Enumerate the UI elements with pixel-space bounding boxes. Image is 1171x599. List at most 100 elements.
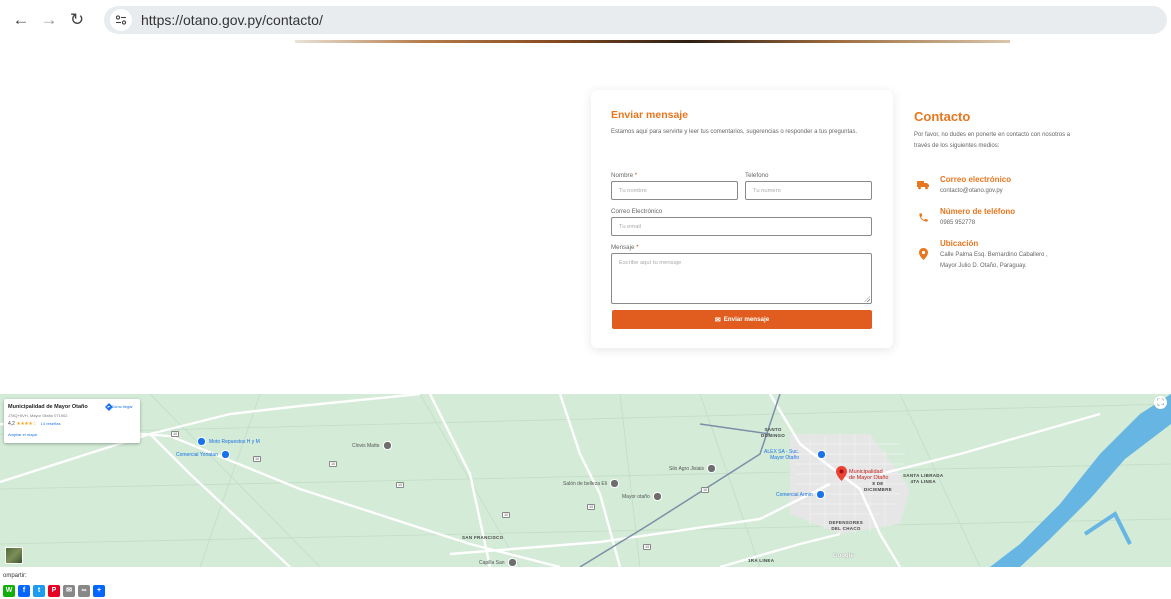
map-place-clovis[interactable]: Clovis Matte <box>352 441 392 450</box>
contact-title: Contacto <box>914 109 971 124</box>
satellite-toggle-button[interactable] <box>5 547 23 564</box>
route-shield: 10 <box>502 512 511 518</box>
location-line-1: Calle Palma Esq. Bernardino Caballero , <box>940 252 1048 258</box>
envelope-icon: ✉ <box>714 316 721 324</box>
place-icon <box>609 479 619 488</box>
map-label-san-francisco: SAN FRANCISCO <box>462 535 504 540</box>
email-label: Correo Electrónico <box>611 208 663 215</box>
back-button[interactable]: ← <box>10 9 32 31</box>
directions-button[interactable]: Cómo llegar <box>105 403 139 411</box>
copy-link-button[interactable]: ∞ <box>78 585 90 597</box>
place-address: J78Q+6VH, Mayor Otaño 071902 <box>8 413 68 418</box>
route-shield: 10 <box>171 431 180 437</box>
map-place-comercial-yonatan[interactable]: Comercial Yonatan <box>176 450 230 459</box>
map-place-mayor-otano[interactable]: Mayor otaño <box>622 492 662 501</box>
email-heading: Correo electrónico <box>940 175 1012 184</box>
google-map[interactable]: ⛶ Municipalidad de Mayor Otaño J78Q+6VH,… <box>0 394 1171 567</box>
map-label-8-de-diciembre: 8 DE DICIEMBRE <box>864 481 892 492</box>
map-label-municipalidad[interactable]: Municipalidad de Mayor Otaño <box>849 469 888 481</box>
shop-icon <box>197 437 206 446</box>
contact-description: Por favor, no dudes en ponerte en contac… <box>914 132 1071 149</box>
map-place-silo[interactable]: Silo Agro Jisiais <box>669 464 717 473</box>
place-info-card: Municipalidad de Mayor Otaño J78Q+6VH, M… <box>4 399 140 443</box>
enlarge-map-link[interactable]: Ampliar el mapa <box>8 432 37 437</box>
phone-heading: Número de teléfono <box>940 207 1016 216</box>
email-input[interactable]: Tu email <box>611 217 872 236</box>
place-icon <box>707 464 717 473</box>
map-fullscreen-button[interactable]: ⛶ <box>1154 396 1167 409</box>
map-label-santo-domingo: SANTO DOMINGO <box>761 427 786 438</box>
shop-icon <box>817 450 826 459</box>
map-place-alex[interactable]: ALEX SA - Suc. Mayor Otaño <box>764 449 799 461</box>
hero-image-edge <box>295 40 1010 43</box>
phone-icon <box>917 211 929 223</box>
route-shield: 10 <box>253 456 262 462</box>
facebook-share-button[interactable]: f <box>18 585 30 597</box>
map-label-defensores: DEFENSORES DEL CHACO <box>829 520 864 531</box>
browser-toolbar: ← → ↻ https://otano.gov.py/contacto/ <box>0 0 1171 40</box>
phone-label: Telefono <box>745 172 769 179</box>
route-shield: 10 <box>701 487 710 493</box>
forward-button[interactable]: → <box>38 9 60 31</box>
whatsapp-share-button[interactable]: W <box>3 585 15 597</box>
resize-handle[interactable] <box>864 296 870 302</box>
send-message-button[interactable]: ✉ Enviar mensaje <box>612 310 872 329</box>
share-label: ompartir: <box>3 573 27 579</box>
reviews-link[interactable]: 14 reseñas <box>41 421 61 426</box>
place-name: Municipalidad de Mayor Otaño <box>8 404 88 410</box>
reload-button[interactable]: ↻ <box>66 9 88 31</box>
route-shield: 10 <box>587 504 596 510</box>
place-icon <box>382 441 392 450</box>
map-label-santa-librada: SANTA LIBRADA 4TA LINEA <box>903 473 944 484</box>
google-logo: Google <box>833 553 854 559</box>
link-icon: ∞ <box>81 587 87 594</box>
place-icon <box>652 492 662 501</box>
map-label-1ra-linea: 1RA LINEA <box>748 558 775 563</box>
truck-icon <box>917 179 929 191</box>
rating-stars-icon: ★★★★☆ <box>16 421 37 427</box>
map-place-capilla[interactable]: Capilla San <box>479 558 517 567</box>
directions-icon <box>105 403 113 411</box>
arrow-left-icon: ← <box>12 10 30 29</box>
route-shield: 10 <box>329 461 338 467</box>
name-label: Nombre * <box>611 172 638 179</box>
map-place-salon[interactable]: Salón de belleza Eli <box>563 479 619 488</box>
whatsapp-icon: W <box>5 587 13 594</box>
email-share-button[interactable]: ✉ <box>63 585 75 597</box>
phone-input[interactable]: Tu numero <box>745 181 872 200</box>
share-buttons: W f t P ✉ ∞ + <box>3 585 108 597</box>
address-bar[interactable]: https://otano.gov.py/contacto/ <box>104 6 1167 34</box>
contact-form-card: Enviar mensaje Estamos aquí para servirt… <box>591 90 893 348</box>
twitter-icon: t <box>37 587 41 594</box>
expand-icon: ⛶ <box>1157 397 1164 407</box>
form-description: Estamos aquí para servirte y leer tus co… <box>611 129 858 135</box>
reload-icon: ↻ <box>69 10 85 29</box>
place-rating: 4,2 ★★★★☆ 14 reseñas <box>8 421 61 427</box>
arrow-right-icon: → <box>40 10 58 29</box>
place-icon <box>507 558 517 567</box>
url-text: https://otano.gov.py/contacto/ <box>141 12 323 28</box>
twitter-share-button[interactable]: t <box>33 585 45 597</box>
message-label: Mensaje * <box>611 244 639 251</box>
more-share-button[interactable]: + <box>93 585 105 597</box>
location-pin-icon <box>917 248 929 260</box>
envelope-icon: ✉ <box>66 587 72 594</box>
email-value[interactable]: contacto@otano.gov.py <box>940 186 1140 196</box>
route-shield: 10 <box>396 482 405 488</box>
message-textarea[interactable]: Escribe aquí tu mensaje <box>611 253 872 304</box>
plus-icon: + <box>96 587 102 594</box>
phone-value[interactable]: 0985 952778 <box>940 218 1140 228</box>
shop-icon <box>815 490 825 499</box>
tune-icon <box>115 15 127 25</box>
location-line-2: Mayor Julio D. Otaño, Paraguay. <box>940 263 1027 269</box>
name-input[interactable]: Tu nombre <box>611 181 738 200</box>
pinterest-share-button[interactable]: P <box>48 585 60 597</box>
map-place-moto[interactable]: Moto Repuestos H y M <box>197 437 260 446</box>
location-heading: Ubicación <box>940 239 979 248</box>
facebook-icon: f <box>22 587 26 594</box>
site-info-button[interactable] <box>110 9 132 31</box>
pinterest-icon: P <box>51 587 57 594</box>
route-shield: 10 <box>643 544 652 550</box>
map-place-comercial-armin[interactable]: Comercial Armin <box>776 490 825 499</box>
form-title: Enviar mensaje <box>611 109 689 121</box>
